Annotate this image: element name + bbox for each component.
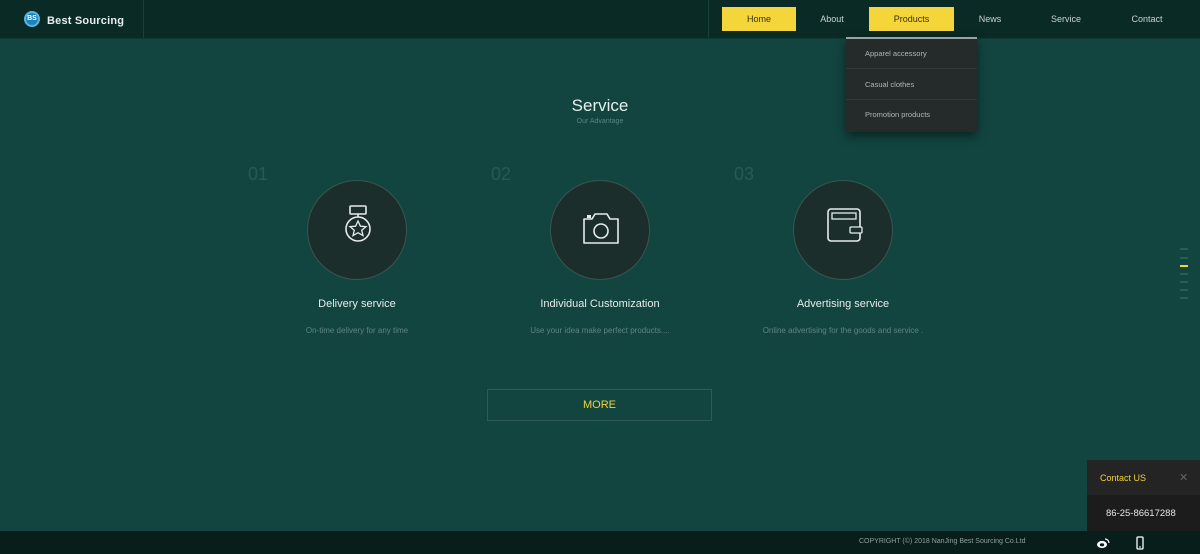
weibo-icon[interactable]: [1096, 536, 1110, 550]
dropdown-item-apparel[interactable]: Apparel accessory: [846, 39, 977, 69]
side-nav-dot[interactable]: [1180, 289, 1188, 291]
side-nav-dot[interactable]: [1180, 257, 1188, 259]
card-icon-circle[interactable]: [793, 180, 893, 280]
close-icon[interactable]: ✕: [1179, 471, 1188, 484]
copyright-text: COPYRIGHT (©) 2018 NanJing Best Sourcing…: [859, 538, 1026, 545]
side-nav-dot[interactable]: [1180, 273, 1188, 275]
logo-mark-icon: BS: [24, 11, 40, 27]
nav-service[interactable]: Service: [1036, 7, 1096, 31]
card-description: Online advertising for the goods and ser…: [762, 326, 924, 335]
section-subtitle: Our Advantage: [576, 118, 624, 125]
card-icon-circle[interactable]: [550, 180, 650, 280]
card-number: 02: [491, 164, 512, 184]
section-title: Service: [571, 96, 629, 115]
mobile-icon[interactable]: [1133, 536, 1147, 550]
logo[interactable]: BS Best Sourcing: [0, 0, 144, 38]
card-description: Use your idea make perfect products....: [530, 326, 670, 335]
side-nav-dot[interactable]: [1180, 297, 1188, 299]
side-nav-dot[interactable]: [1180, 281, 1188, 283]
medal-icon: [345, 205, 371, 242]
camera-icon: [583, 213, 619, 244]
nav-news[interactable]: News: [960, 7, 1020, 31]
brand-name: Best Sourcing: [47, 15, 125, 27]
nav-contact[interactable]: Contact: [1117, 7, 1177, 31]
card-title: Delivery service: [318, 298, 396, 310]
nav-divider: [708, 0, 709, 38]
card-number: 01: [248, 164, 269, 184]
contact-panel-header: Contact US ✕: [1087, 460, 1200, 495]
contact-panel: Contact US ✕ 86-25-86617288: [1087, 460, 1200, 531]
nav-home[interactable]: Home: [722, 7, 796, 31]
card-description: On-time delivery for any time: [305, 326, 409, 335]
wallet-icon: [827, 208, 863, 242]
more-button[interactable]: MORE: [487, 389, 712, 421]
footer: COPYRIGHT (©) 2018 NanJing Best Sourcing…: [0, 531, 1200, 554]
contact-phone: 86-25-86617288: [1106, 508, 1176, 519]
card-icon-circle[interactable]: [307, 180, 407, 280]
side-nav-dot[interactable]: [1180, 248, 1188, 250]
card-title: Advertising service: [796, 298, 890, 310]
nav-products[interactable]: Products: [869, 7, 954, 31]
card-title: Individual Customization: [540, 298, 660, 310]
nav-about[interactable]: About: [802, 7, 862, 31]
header: BS Best Sourcing Home About Products New…: [0, 0, 1200, 39]
contact-title: Contact US: [1100, 473, 1147, 483]
side-nav-dot-active[interactable]: [1180, 265, 1188, 267]
card-number: 03: [734, 164, 755, 184]
